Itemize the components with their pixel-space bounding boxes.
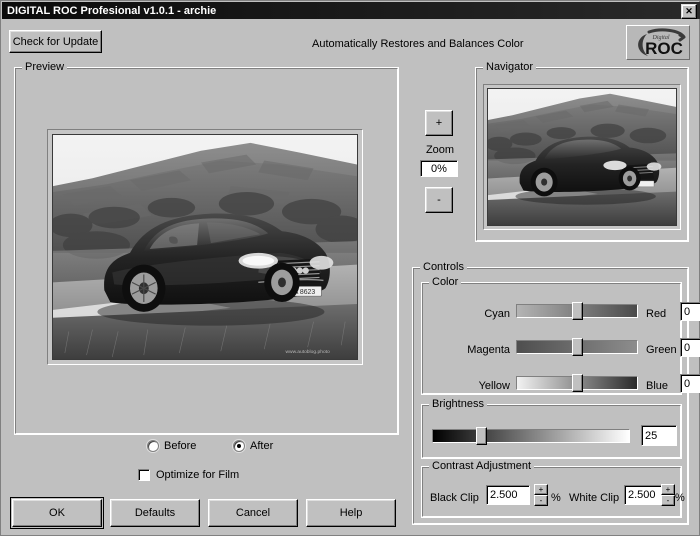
white-clip-spin-down-icon[interactable]: - xyxy=(661,495,675,506)
yellow-blue-slider[interactable] xyxy=(516,374,638,392)
navigator-photo-image xyxy=(488,89,676,225)
ok-button[interactable]: OK xyxy=(10,497,104,529)
brightness-slider-thumb[interactable] xyxy=(476,427,487,445)
defaults-button[interactable]: Defaults xyxy=(110,499,200,527)
yellow-blue-slider-thumb[interactable] xyxy=(572,374,583,392)
radio-after-label: After xyxy=(250,440,274,452)
optimize-for-film-checkbox[interactable]: Optimize for Film xyxy=(138,469,239,481)
zoom-value-field[interactable]: 0% xyxy=(420,160,458,177)
radio-before-label: Before xyxy=(164,440,197,452)
contrast-group-label: Contrast Adjustment xyxy=(429,461,535,472)
cyan-red-slider-thumb[interactable] xyxy=(572,302,583,320)
close-icon[interactable]: ✕ xyxy=(681,4,697,19)
blue-value-field[interactable]: 0 xyxy=(680,374,700,393)
brightness-slider[interactable] xyxy=(432,427,630,445)
cancel-button[interactable]: Cancel xyxy=(208,499,298,527)
preview-photo-image: NR A 8623 www.autoblog.photo xyxy=(53,135,357,359)
window-title: DIGITAL ROC Profesional v1.0.1 - archie xyxy=(7,4,217,17)
black-clip-spinner[interactable]: + - xyxy=(534,484,548,506)
check-for-update-button[interactable]: Check for Update xyxy=(9,30,102,53)
preview-image-frame[interactable]: NR A 8623 www.autoblog.photo xyxy=(47,129,363,365)
cyan-label: Cyan xyxy=(484,308,510,320)
white-clip-spinner[interactable]: + - xyxy=(661,484,675,506)
radio-before-icon[interactable] xyxy=(147,440,159,452)
zoom-label: Zoom xyxy=(425,144,455,156)
optimize-for-film-label: Optimize for Film xyxy=(156,469,240,481)
title-bar: DIGITAL ROC Profesional v1.0.1 - archie … xyxy=(2,2,700,19)
zoom-out-button[interactable]: - xyxy=(425,187,453,213)
white-clip-percent: % xyxy=(675,492,685,504)
preview-photo[interactable]: NR A 8623 www.autoblog.photo xyxy=(52,134,358,360)
black-clip-field[interactable]: 2.500 xyxy=(486,485,530,505)
red-label: Red xyxy=(646,308,667,320)
black-clip-spin-up-icon[interactable]: + xyxy=(534,484,548,495)
navigator-photo[interactable] xyxy=(487,88,677,226)
magenta-label: Magenta xyxy=(467,344,510,356)
white-clip-spin-up-icon[interactable]: + xyxy=(661,484,675,495)
navigator-group: Navigator xyxy=(475,62,689,242)
preview-group: Preview NR A 8623 www.autoblog.photo xyxy=(14,62,399,435)
brightness-value-field[interactable]: 25 xyxy=(641,425,677,446)
radio-before[interactable]: Before xyxy=(147,440,196,452)
checkbox-icon[interactable] xyxy=(138,469,150,481)
preview-group-label: Preview xyxy=(22,62,68,73)
black-clip-percent: % xyxy=(551,492,561,504)
magenta-green-slider-thumb[interactable] xyxy=(572,338,583,356)
black-clip-label: Black Clip xyxy=(430,492,479,504)
navigator-image-frame[interactable] xyxy=(483,84,681,230)
controls-group: Controls Color Cyan Red 0 Magenta Green … xyxy=(412,262,700,525)
controls-group-label: Controls xyxy=(420,262,467,273)
green-value-field[interactable]: 0 xyxy=(680,338,700,357)
help-button[interactable]: Help xyxy=(306,499,396,527)
red-value-field[interactable]: 0 xyxy=(680,302,700,321)
magenta-green-slider[interactable] xyxy=(516,338,638,356)
tagline-text: Automatically Restores and Balances Colo… xyxy=(312,38,524,50)
blue-label: Blue xyxy=(646,380,669,392)
radio-after-icon[interactable] xyxy=(233,440,245,452)
roc-logo-icon: Digital ROC xyxy=(638,28,686,58)
digital-roc-window: DIGITAL ROC Profesional v1.0.1 - archie … xyxy=(0,0,700,536)
black-clip-spin-down-icon[interactable]: - xyxy=(534,495,548,506)
svg-text:www.autoblog.photo: www.autoblog.photo xyxy=(286,349,331,355)
zoom-in-button[interactable]: + xyxy=(425,110,453,136)
brightness-group-label: Brightness xyxy=(429,399,487,410)
brightness-group: Brightness 25 xyxy=(421,399,682,459)
radio-after[interactable]: After xyxy=(233,440,273,452)
cyan-red-slider[interactable] xyxy=(516,302,638,320)
white-clip-label: White Clip xyxy=(569,492,620,504)
yellow-label: Yellow xyxy=(478,380,510,392)
brightness-slider-track[interactable] xyxy=(432,429,630,443)
color-group-label: Color xyxy=(429,277,462,288)
color-group: Color Cyan Red 0 Magenta Green 0 Yellow xyxy=(421,277,700,395)
roc-logo: Digital ROC xyxy=(626,25,690,60)
svg-text:ROC: ROC xyxy=(645,39,683,58)
navigator-group-label: Navigator xyxy=(483,62,537,73)
green-label: Green xyxy=(646,344,677,356)
contrast-adjustment-group: Contrast Adjustment Black Clip 2.500 + -… xyxy=(421,461,685,518)
